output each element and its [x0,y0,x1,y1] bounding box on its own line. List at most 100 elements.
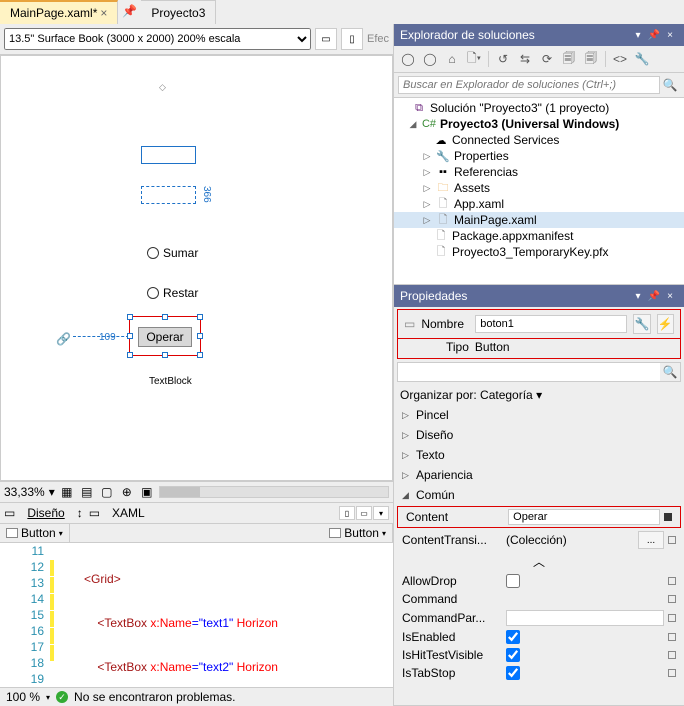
tree-node[interactable]: ☁Connected Services [394,132,684,148]
marker-icon[interactable] [668,651,676,659]
prop-search-input[interactable] [398,363,660,381]
marker-icon[interactable] [668,614,676,622]
scale-value[interactable]: 100 % [6,690,40,704]
button-icon: ▭ [404,317,415,331]
events-icon[interactable]: ⚡ [657,314,674,334]
close-icon[interactable]: × [662,288,678,304]
orientation-landscape-icon[interactable]: ▯ [341,28,363,50]
tree-node[interactable]: ▷🗋App.xaml [394,196,684,212]
search-icon[interactable]: 🔍 [660,76,680,94]
cat-pincel[interactable]: ▷Pincel [394,405,684,425]
files-icon[interactable]: 🗐 [559,49,579,69]
properties-header: Propiedades ▾ 📌 × [394,285,684,307]
button-operar[interactable]: Operar [138,327,192,347]
layers-icon[interactable]: ▣ [139,484,155,500]
tree-node[interactable]: 🗋Proyecto3_TemporaryKey.pfx [394,244,684,260]
grid-icon[interactable]: ▦ [59,484,75,500]
solution-tree[interactable]: ⧉ Solución "Proyecto3" (1 proyecto) ◢ C#… [394,98,684,284]
ishit-checkbox[interactable] [506,648,520,662]
cat-apariencia[interactable]: ▷Apariencia [394,465,684,485]
tab-project[interactable]: Proyecto3 [141,0,216,24]
tab-design[interactable]: Diseño [21,505,70,521]
chevron-down-icon[interactable]: ▾ [382,529,386,538]
ruler-marker-top: ◇ [159,82,166,93]
snap-icon[interactable]: ▢ [99,484,115,500]
expand-icon[interactable]: ▷ [422,183,432,194]
marker-icon[interactable] [668,536,676,544]
swap-icon[interactable]: ↕ [77,506,83,520]
wrench-icon[interactable]: 🔧 [633,314,650,334]
radio-sumar[interactable]: Sumar [147,246,198,260]
fit-icon[interactable]: ⊕ [119,484,135,500]
expand-icon[interactable]: ▷ [422,215,432,226]
zoom-value[interactable]: 33,33% [4,485,45,499]
textblock[interactable]: TextBlock [149,376,192,387]
xaml-editor[interactable]: 111213 141516 171819 2021 <Grid> <TextBo… [0,542,393,687]
tree-solution[interactable]: ⧉ Solución "Proyecto3" (1 proyecto) [394,100,684,116]
marker-icon[interactable] [664,513,672,521]
textbox1[interactable] [141,146,196,164]
content-input[interactable] [508,509,660,525]
collapse-icon[interactable]: ⇆ [515,49,535,69]
tab-mainpage[interactable]: MainPage.xaml* × [0,0,118,24]
name-input[interactable] [475,315,627,333]
organize-by[interactable]: Organizar por: Categoría ▾ [394,385,684,405]
marker-icon[interactable] [668,633,676,641]
design-surface[interactable]: ◇ 366 Sumar Restar 🔗 109 [0,55,393,481]
close-icon[interactable]: × [100,6,107,20]
properties-icon[interactable]: <> [610,49,630,69]
dropdown-icon[interactable]: ▾ [46,693,50,702]
cat-diseno[interactable]: ▷Diseño [394,425,684,445]
collapse-up-icon[interactable]: ︿ [394,551,684,572]
home-icon[interactable]: ⌂ [442,49,462,69]
device-combo[interactable]: 13.5" Surface Book (3000 x 2000) 200% es… [4,28,311,50]
grid2-icon[interactable]: ▤ [79,484,95,500]
breadcrumb-button-1[interactable]: Button ▾ [0,524,70,542]
isenabled-checkbox[interactable] [506,630,520,644]
marker-icon[interactable] [668,669,676,677]
tab-xaml[interactable]: XAML [106,505,151,521]
cat-texto[interactable]: ▷Texto [394,445,684,465]
expand-icon[interactable]: ▷ [422,167,432,178]
radio-restar[interactable]: Restar [147,286,198,300]
search-input[interactable] [398,76,660,94]
ellipsis-button[interactable]: ... [638,531,664,549]
collapse-icon[interactable]: ▾ [373,506,389,520]
cat-comun[interactable]: ◢Común [394,485,684,505]
marker-icon[interactable] [668,595,676,603]
search-icon[interactable]: 🔍 [660,363,680,381]
allowdrop-checkbox[interactable] [506,574,520,588]
dropdown-icon[interactable]: ▾ [630,288,646,304]
split-vert-icon[interactable]: ▯ [339,506,355,520]
tree-node[interactable]: ▷🔧Properties [394,148,684,164]
chevron-down-icon[interactable]: ▾ [59,529,63,538]
show-all-icon[interactable]: 🗐 [581,49,601,69]
refresh-icon[interactable]: ⟳ [537,49,557,69]
forward-icon[interactable]: ◯ [420,49,440,69]
expand-icon[interactable]: ◢ [408,119,418,130]
history-icon[interactable]: ↺ [493,49,513,69]
textbox2[interactable] [141,186,196,204]
pin-icon[interactable]: 📌 [646,27,662,43]
tree-node[interactable]: ▷🗀Assets [394,180,684,196]
wrench-icon[interactable]: 🔧 [632,49,652,69]
dropdown-icon[interactable]: ▾ [630,27,646,43]
tree-project[interactable]: ◢ C# Proyecto3 (Universal Windows) [394,116,684,132]
pin-icon[interactable]: 📌 [646,288,662,304]
orientation-portrait-icon[interactable]: ▭ [315,28,337,50]
breadcrumb-button-2[interactable]: Button ▾ [323,524,393,542]
close-icon[interactable]: × [662,27,678,43]
back-icon[interactable]: ◯ [398,49,418,69]
expand-icon[interactable]: ▷ [422,199,432,210]
dropdown-icon[interactable]: ▾ [49,485,55,499]
expand-icon[interactable]: ▷ [422,151,432,162]
effects-label[interactable]: Efec [367,33,389,45]
pin-icon[interactable]: 📌 [118,0,141,24]
sync-icon[interactable]: 🗋▾ [464,49,484,69]
marker-icon[interactable] [668,577,676,585]
istab-checkbox[interactable] [506,666,520,680]
code-lines[interactable]: <Grid> <TextBox x:Name="text1" Horizon <… [60,543,393,687]
h-scrollbar[interactable] [159,486,389,498]
split-horiz-icon[interactable]: ▭ [356,506,372,520]
commandpar-input[interactable] [506,610,664,626]
